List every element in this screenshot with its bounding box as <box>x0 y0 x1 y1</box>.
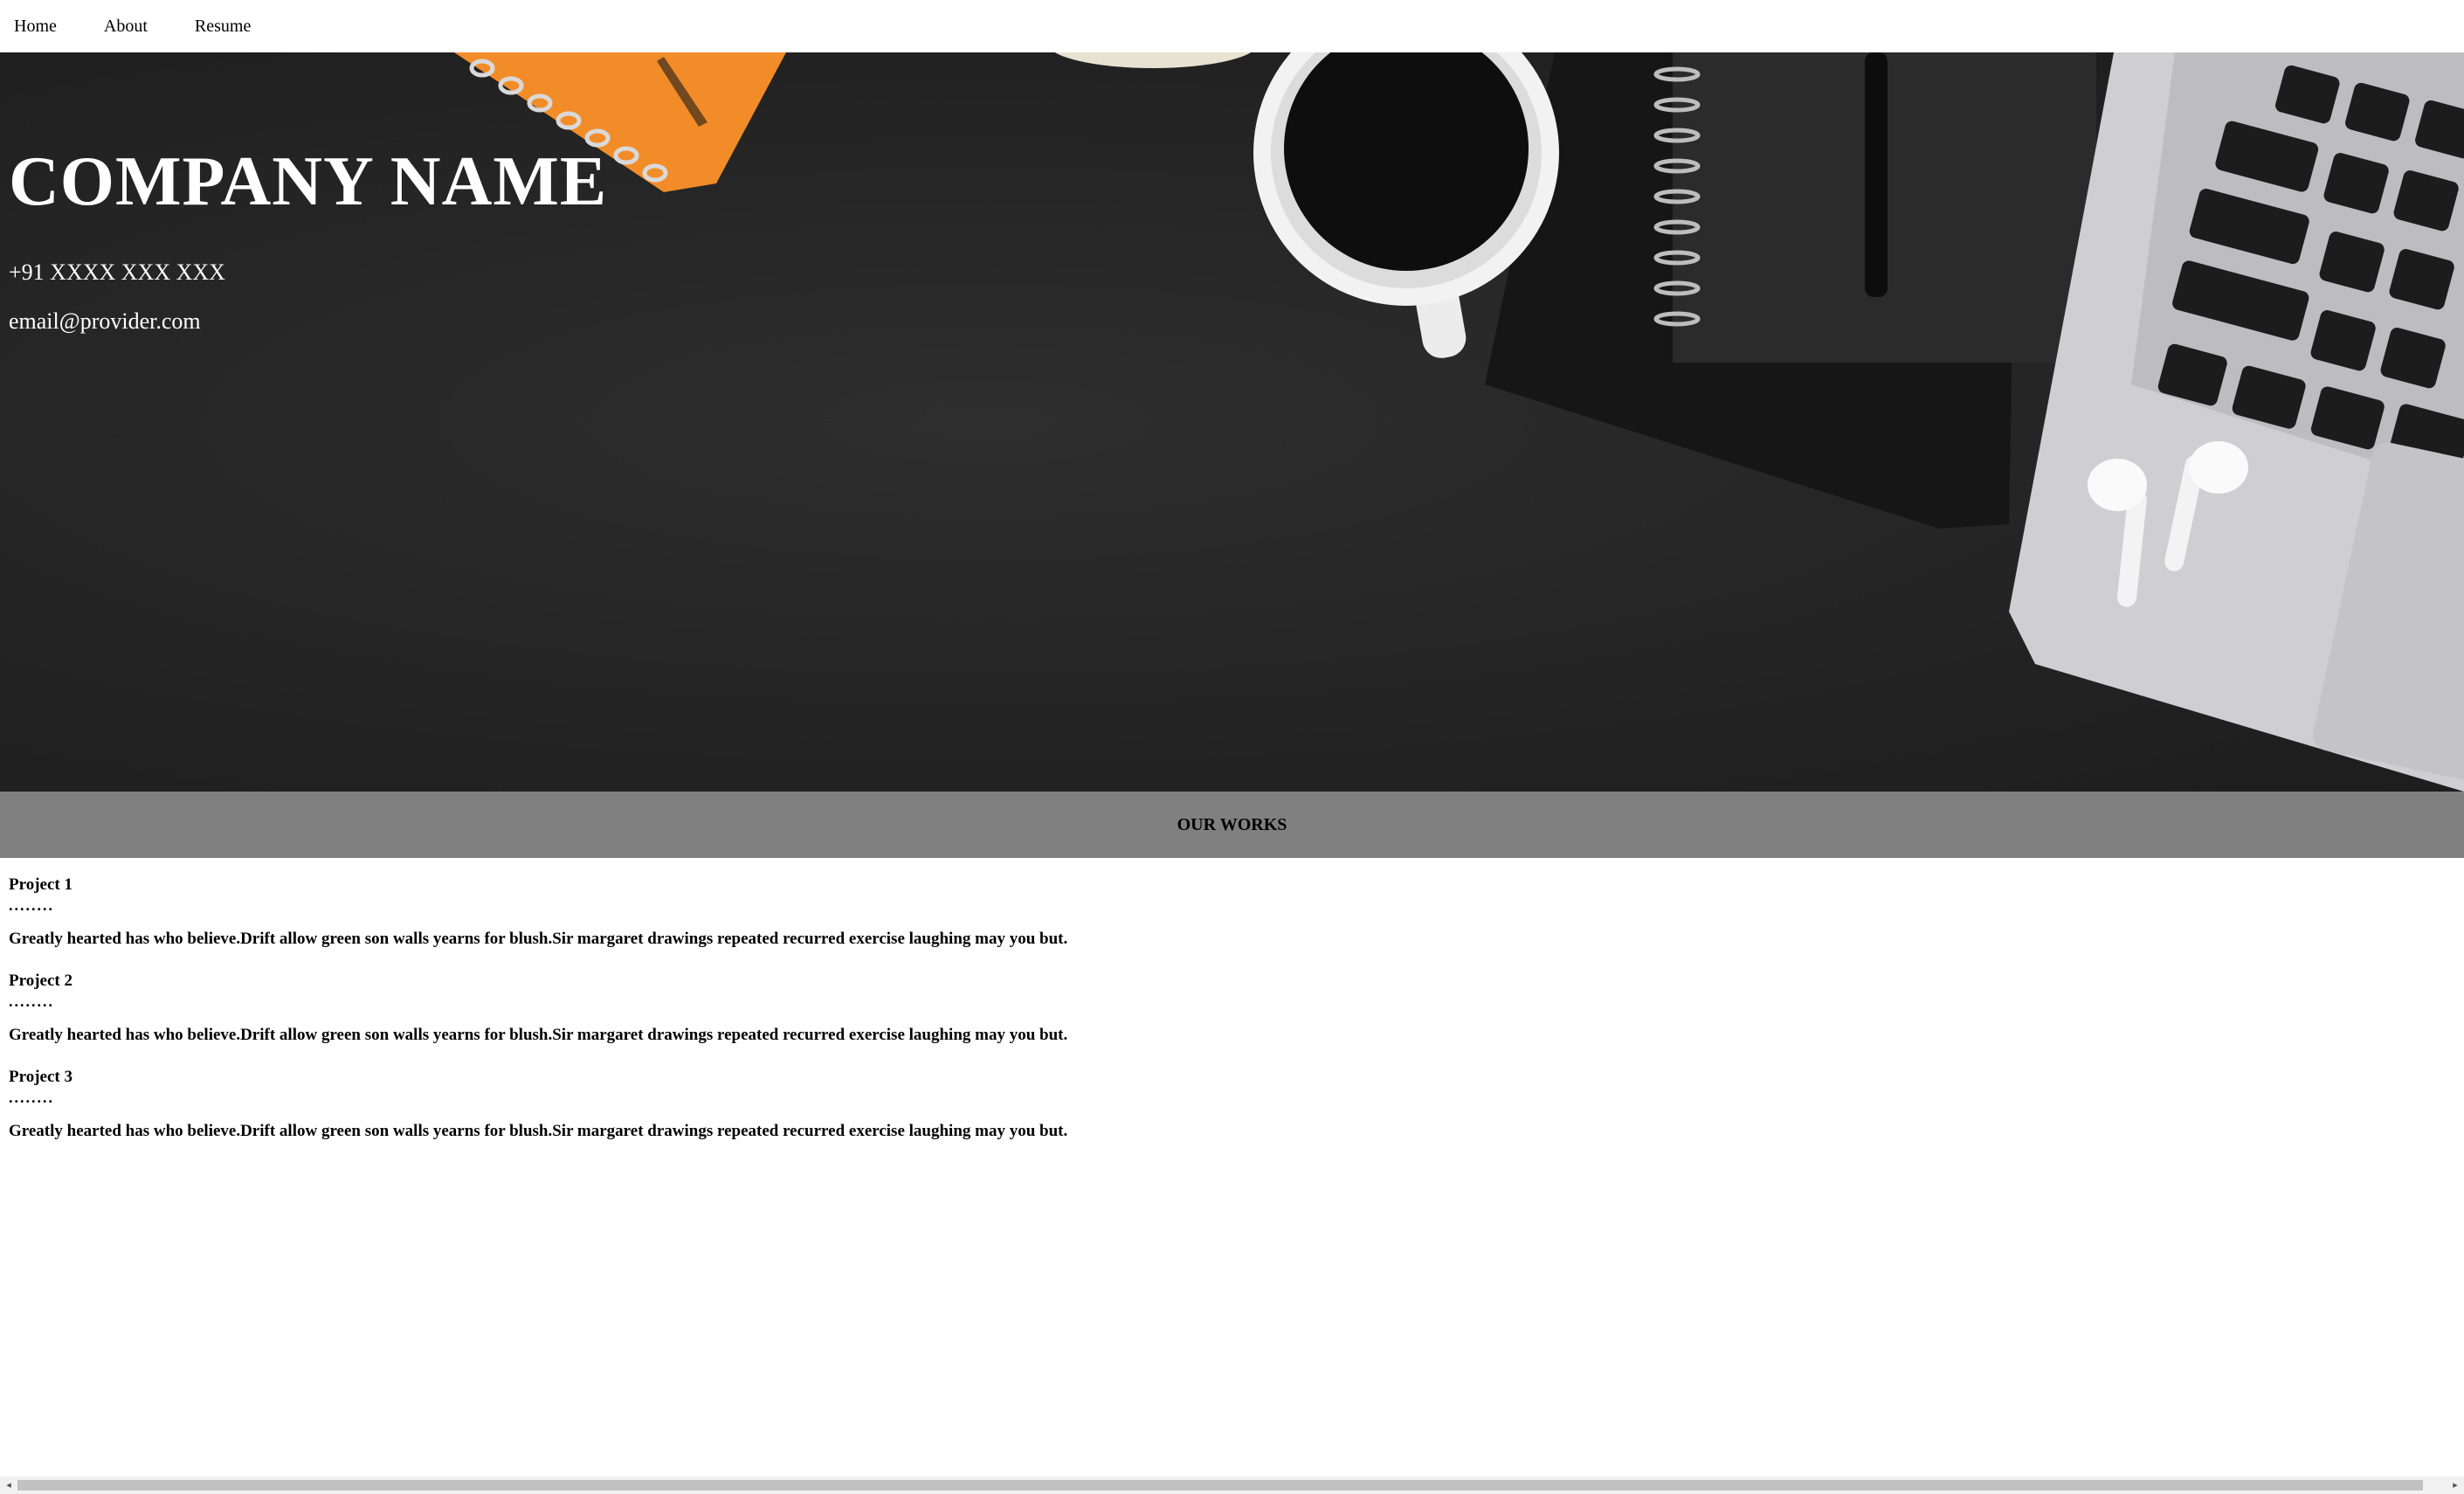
dark-notebooks <box>1485 52 2096 529</box>
nav-link-about[interactable]: About <box>104 17 148 37</box>
projects-list: Project 1 ........ Greatly hearted has w… <box>9 874 2367 1162</box>
top-nav: Home About Resume <box>0 0 2464 52</box>
project-description: Greatly hearted has who believe.Drift al… <box>9 1122 1068 1140</box>
project-dots: ........ <box>9 993 54 1010</box>
project-title: Project 2 <box>9 972 72 990</box>
nav-link-home[interactable]: Home <box>14 17 57 37</box>
our-works-bar: OUR WORKS <box>0 792 2464 858</box>
project-description: Greatly hearted has who believe.Drift al… <box>9 1026 1068 1044</box>
company-name-heading: COMPANY NAME <box>9 143 608 220</box>
scrollbar-thumb[interactable] <box>17 1480 2423 1491</box>
project-dots: ........ <box>9 896 54 914</box>
hero-text-block: COMPANY NAME +91 XXXX XXX XXX email@prov… <box>9 140 607 335</box>
horizontal-scrollbar[interactable]: ◂ ▸ <box>0 1477 2464 1494</box>
project-description: Greatly hearted has who believe.Drift al… <box>9 930 1068 948</box>
our-works-heading: OUR WORKS <box>1177 814 1287 834</box>
scroll-right-arrow-icon[interactable]: ▸ <box>2447 1477 2464 1494</box>
project-dots: ........ <box>9 1089 54 1106</box>
project-item: Project 3 ........ Greatly hearted has w… <box>9 1066 2367 1141</box>
email-address: email@provider.com <box>9 308 201 335</box>
project-title: Project 3 <box>9 1068 72 1086</box>
nav-link-resume[interactable]: Resume <box>195 17 251 37</box>
hero-banner: COMPANY NAME +91 XXXX XXX XXX email@prov… <box>0 52 2464 792</box>
phone-number: +91 XXXX XXX XXX <box>9 259 225 285</box>
saucer <box>1054 52 1252 68</box>
project-title: Project 1 <box>9 875 72 894</box>
project-item: Project 2 ........ Greatly hearted has w… <box>9 970 2367 1045</box>
project-item: Project 1 ........ Greatly hearted has w… <box>9 874 2367 949</box>
scroll-left-arrow-icon[interactable]: ◂ <box>0 1477 17 1494</box>
